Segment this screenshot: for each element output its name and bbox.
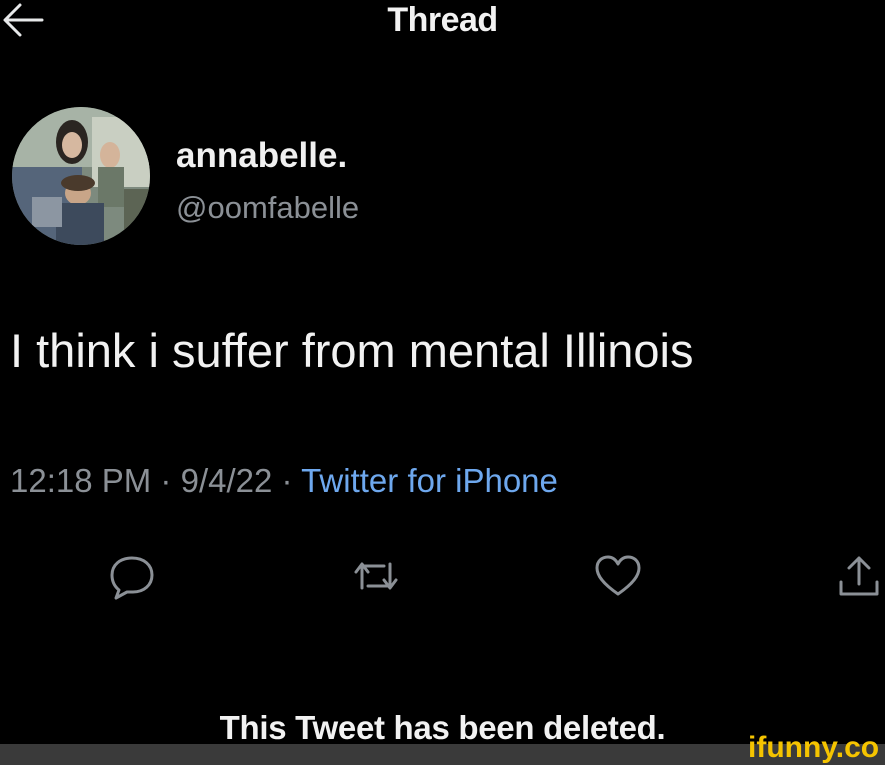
meta-separator: · bbox=[160, 462, 172, 499]
like-icon bbox=[595, 555, 641, 596]
page-title: Thread bbox=[387, 1, 498, 39]
tweet-time: 12:18 PM bbox=[10, 462, 152, 499]
like-button[interactable] bbox=[592, 550, 644, 602]
tweet-date: 9/4/22 bbox=[180, 462, 273, 499]
tweet-source-link[interactable]: Twitter for iPhone bbox=[301, 462, 558, 499]
share-button[interactable] bbox=[833, 550, 885, 602]
author-handle[interactable]: @oomfabelle bbox=[176, 188, 359, 228]
profile-photo bbox=[12, 107, 150, 245]
share-icon bbox=[839, 556, 879, 596]
author-display-name[interactable]: annabelle. bbox=[176, 134, 347, 178]
retweet-button[interactable] bbox=[350, 550, 402, 602]
tweet-meta: 12:18 PM · 9/4/22 · Twitter for iPhone bbox=[10, 458, 558, 504]
svg-text:ifunny.co: ifunny.co bbox=[748, 731, 879, 764]
ifunny-logo: ifunny.co bbox=[748, 731, 879, 764]
tweet-thread-screen: Thread annabelle. @oomfabelle I think i … bbox=[0, 0, 885, 765]
avatar[interactable] bbox=[12, 107, 150, 245]
meta-separator: · bbox=[281, 462, 293, 499]
tweet-text: I think i suffer from mental Illinois bbox=[10, 324, 694, 377]
reply-button[interactable] bbox=[106, 550, 158, 602]
reply-icon bbox=[110, 556, 154, 600]
ifunny-watermark: ifunny.co bbox=[746, 723, 880, 765]
retweet-icon bbox=[354, 562, 398, 590]
